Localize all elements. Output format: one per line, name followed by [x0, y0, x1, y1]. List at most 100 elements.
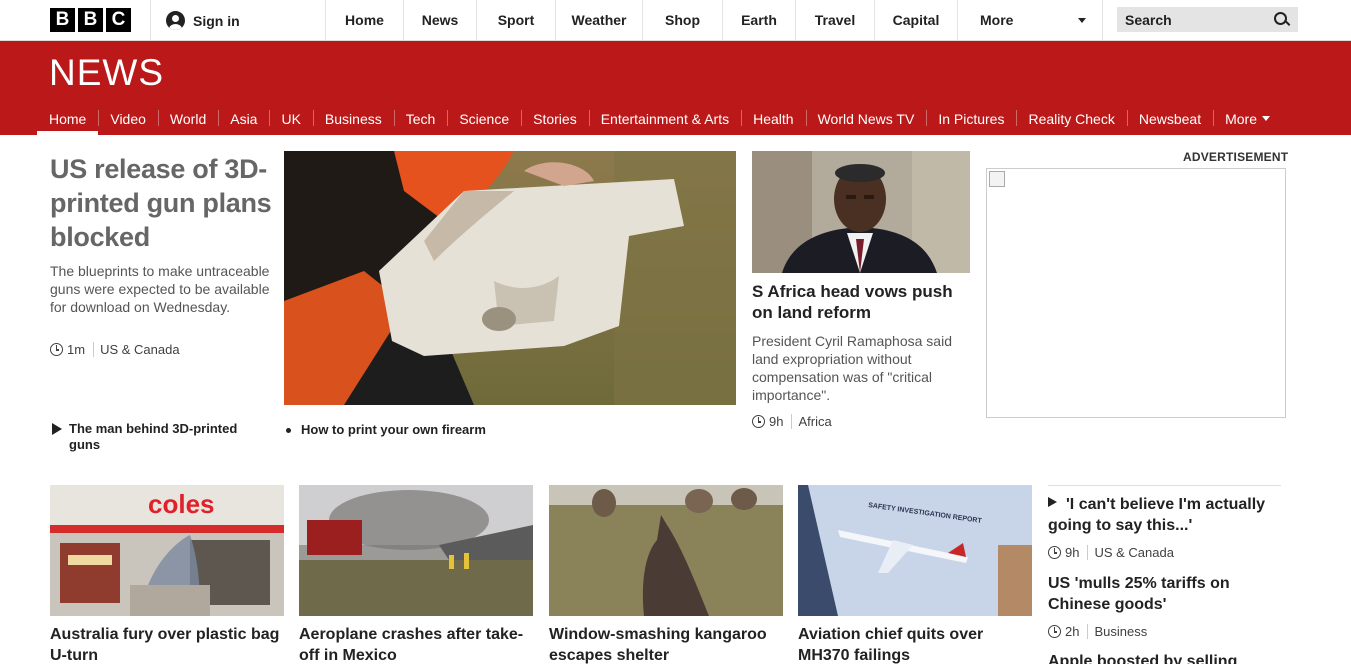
global-nav-label: Earth	[741, 12, 777, 28]
section-nav-world[interactable]: World	[157, 102, 218, 135]
search-box[interactable]: Search	[1117, 7, 1298, 32]
story-meta: 9h Africa	[752, 414, 832, 429]
search-icon[interactable]	[1274, 11, 1290, 28]
side-story-link[interactable]: US 'mulls 25% tariffs on Chinese goods'	[1048, 573, 1288, 615]
bbc-logo-letter-b2: B	[78, 8, 103, 32]
section-nav-label: Business	[324, 110, 382, 127]
section-nav-world-news-tv[interactable]: World News TV	[805, 102, 927, 135]
story-image-coles[interactable]: coles	[50, 485, 284, 616]
story-headline-link[interactable]: Aviation chief quits over MH370 failings	[798, 624, 1038, 664]
section-nav-label: Tech	[405, 110, 436, 127]
global-nav-travel[interactable]: Travel	[795, 0, 874, 40]
lead-section-link[interactable]: US & Canada	[100, 342, 180, 357]
lead-summary: The blueprints to make untraceable guns …	[50, 263, 270, 315]
section-nav-label: Reality Check	[1028, 110, 1115, 127]
user-icon	[166, 11, 185, 30]
section-nav-newsbeat[interactable]: Newsbeat	[1126, 102, 1213, 135]
divider	[150, 0, 151, 40]
global-nav-earth[interactable]: Earth	[722, 0, 795, 40]
clock-icon	[752, 415, 765, 428]
coles-sign-text: coles	[148, 489, 215, 519]
play-icon	[52, 423, 62, 435]
global-nav-label: News	[421, 12, 459, 28]
clock-icon	[1048, 546, 1061, 559]
side-story-link[interactable]: Apple boosted by selling	[1048, 651, 1288, 664]
section-nav-label: More	[1225, 110, 1257, 127]
story-summary: President Cyril Ramaphosa said land expr…	[752, 333, 952, 403]
side-story-meta: 9h US & Canada	[1048, 545, 1174, 560]
side-story-timestamp: 2h	[1065, 624, 1089, 639]
side-story-link[interactable]: 'I can't believe I'm actually going to s…	[1048, 494, 1288, 536]
story-headline-link[interactable]: Australia fury over plastic bag U-turn	[50, 624, 290, 664]
advertisement-slot[interactable]	[986, 168, 1286, 418]
related-video-label: The man behind 3D-printed guns	[69, 421, 238, 452]
advertisement-label: ADVERTISEMENT	[1183, 150, 1289, 164]
story-image-plane-crash[interactable]	[299, 485, 533, 616]
global-nav-more[interactable]: More	[957, 0, 1103, 40]
global-nav-news[interactable]: News	[403, 0, 476, 40]
kangaroo-image-graphic	[549, 485, 783, 616]
section-nav-label: Video	[110, 110, 146, 127]
clock-icon	[50, 343, 63, 356]
side-story-label: 'I can't believe I'm actually going to s…	[1048, 496, 1266, 534]
global-nav-capital[interactable]: Capital	[874, 0, 957, 40]
section-nav-label: Science	[459, 110, 510, 127]
story-section-link[interactable]: Africa	[798, 414, 831, 429]
side-story-section-link[interactable]: Business	[1094, 624, 1147, 639]
section-nav-health[interactable]: Health	[741, 102, 805, 135]
section-nav-entertainment[interactable]: Entertainment & Arts	[588, 102, 741, 135]
global-nav-home[interactable]: Home	[325, 0, 403, 40]
section-nav-home[interactable]: Home	[37, 102, 99, 135]
global-nav-label: Home	[345, 12, 384, 28]
chevron-down-icon	[1262, 116, 1270, 121]
global-nav-label: Capital	[892, 12, 940, 28]
global-nav-weather[interactable]: Weather	[555, 0, 642, 40]
section-nav-more[interactable]: More	[1213, 102, 1282, 135]
lead-image-3d-printed-gun[interactable]	[284, 151, 736, 405]
related-article-link[interactable]: How to print your own firearm	[284, 422, 544, 438]
search-label: Search	[1125, 11, 1172, 28]
side-story-section-link[interactable]: US & Canada	[1094, 545, 1174, 560]
lead-image-graphic	[284, 151, 736, 405]
bbc-logo[interactable]: B B C	[50, 8, 131, 32]
coles-image-graphic: coles	[50, 485, 284, 616]
chevron-down-icon	[1078, 17, 1086, 23]
global-header: B B C Sign in Home News Sport Weather Sh…	[0, 0, 1351, 41]
lead-headline-link[interactable]: US release of 3D-printed gun plans block…	[50, 152, 275, 254]
story-headline-link[interactable]: S Africa head vows push on land reform	[752, 281, 972, 323]
related-article-label: How to print your own firearm	[301, 422, 486, 437]
section-nav-uk[interactable]: UK	[269, 102, 312, 135]
section-nav-in-pictures[interactable]: In Pictures	[926, 102, 1016, 135]
story-headline-link[interactable]: Aeroplane crashes after take-off in Mexi…	[299, 624, 539, 664]
section-nav-label: UK	[281, 110, 301, 127]
global-nav-label: Shop	[665, 12, 700, 28]
section-nav-science[interactable]: Science	[447, 102, 521, 135]
global-nav-sport[interactable]: Sport	[476, 0, 555, 40]
news-logo[interactable]: NEWS	[49, 52, 164, 94]
broken-image-icon	[989, 171, 1005, 187]
section-nav-video[interactable]: Video	[98, 102, 158, 135]
section-nav-label: Newsbeat	[1138, 110, 1202, 127]
global-nav-shop[interactable]: Shop	[642, 0, 722, 40]
section-nav-label: Stories	[533, 110, 577, 127]
clock-icon	[1048, 625, 1061, 638]
section-nav-tech[interactable]: Tech	[393, 102, 448, 135]
news-masthead: NEWS Home Video World Asia UK Business T…	[0, 41, 1351, 135]
bbc-logo-letter-b1: B	[50, 8, 75, 32]
global-nav-label: Sport	[497, 12, 535, 28]
bbc-logo-letter-c: C	[106, 8, 131, 32]
section-nav-label: Home	[49, 110, 87, 127]
section-nav-label: Entertainment & Arts	[600, 110, 730, 127]
related-video-link[interactable]: The man behind 3D-printed guns	[52, 421, 262, 453]
story-image-kangaroo[interactable]	[549, 485, 783, 616]
story-image-mh370-report[interactable]: SAFETY INVESTIGATION REPORT	[798, 485, 1032, 616]
section-nav-business[interactable]: Business	[312, 102, 394, 135]
story-headline-link[interactable]: Window-smashing kangaroo escapes shelter	[549, 624, 789, 664]
sign-in-link[interactable]: Sign in	[166, 11, 240, 30]
section-nav-reality-check[interactable]: Reality Check	[1016, 102, 1126, 135]
section-nav-label: World News TV	[817, 110, 915, 127]
story-image-ramaphosa[interactable]	[752, 151, 970, 273]
lead-meta: 1m US & Canada	[50, 342, 180, 357]
section-nav-asia[interactable]: Asia	[218, 102, 269, 135]
section-nav-stories[interactable]: Stories	[521, 102, 589, 135]
